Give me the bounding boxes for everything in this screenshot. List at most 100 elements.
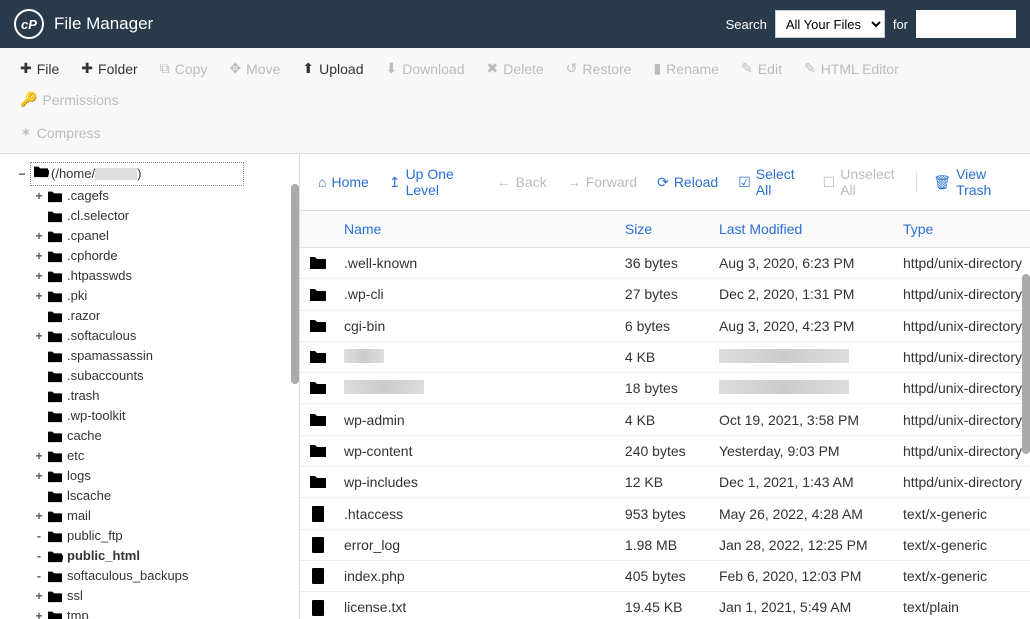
select-all-button[interactable]: ☑Select All: [730, 162, 810, 202]
table-row[interactable]: .htaccess953 bytesMay 26, 2022, 4:28 AMt…: [300, 498, 1030, 529]
tree-toggler[interactable]: +: [33, 466, 45, 486]
tree-item[interactable]: +tmp: [30, 606, 299, 619]
tree-toggler[interactable]: +: [33, 506, 45, 526]
back-button[interactable]: ←Back: [489, 170, 555, 194]
tree-toggler[interactable]: −: [16, 164, 28, 184]
tree-item[interactable]: + logs: [30, 466, 299, 486]
tree-item[interactable]: + .pki: [30, 286, 299, 306]
rename-icon: ▮: [653, 60, 661, 77]
view-trash-button[interactable]: 🗑View Trash: [925, 162, 1020, 202]
upload-button[interactable]: ⬆Upload: [292, 54, 373, 83]
tree-item[interactable]: +.wp-toolkit: [30, 406, 299, 426]
table-row[interactable]: wp-admin4 KBOct 19, 2021, 3:58 PMhttpd/u…: [300, 404, 1030, 435]
tree-toggler[interactable]: +: [33, 606, 45, 619]
col-icon[interactable]: [300, 211, 336, 248]
tree-item[interactable]: -public_ftp: [30, 526, 299, 546]
new-file-button[interactable]: ✚File: [10, 54, 69, 83]
table-row[interactable]: 18 byteshttpd/unix-directory: [300, 373, 1030, 404]
compress-button[interactable]: ✶Compress: [10, 118, 111, 147]
col-size[interactable]: Size: [617, 211, 711, 248]
tree-item[interactable]: -softaculous_backups: [30, 566, 299, 586]
table-row[interactable]: wp-includes12 KBDec 1, 2021, 1:43 AMhttp…: [300, 467, 1030, 498]
file-icon: [308, 599, 328, 617]
tree-toggler[interactable]: +: [33, 326, 45, 346]
tree-toggler[interactable]: +: [33, 226, 45, 246]
tree-item-label: .cl.selector: [65, 206, 131, 226]
tree-toggler[interactable]: +: [33, 586, 45, 606]
tree-item[interactable]: +.htpasswds: [30, 266, 299, 286]
table-row[interactable]: error_log1.98 MBJan 28, 2022, 12:25 PMte…: [300, 529, 1030, 560]
back-icon: ←: [497, 174, 511, 190]
forward-button[interactable]: →Forward: [559, 170, 645, 194]
tree-toggler[interactable]: +: [33, 266, 45, 286]
download-button[interactable]: ⬇Download: [375, 54, 474, 83]
table-row[interactable]: 4 KBhttpd/unix-directory: [300, 341, 1030, 372]
tree-toggler[interactable]: +: [33, 286, 45, 306]
table-row[interactable]: wp-content240 bytesYesterday, 9:03 PMhtt…: [300, 435, 1030, 466]
col-name[interactable]: Name: [336, 211, 617, 248]
tree-item[interactable]: +.cpanel: [30, 226, 299, 246]
tree-item[interactable]: +.cl.selector: [30, 206, 299, 226]
tree-item[interactable]: +.cagefs: [30, 186, 299, 206]
tree-toggler[interactable]: +: [33, 186, 45, 206]
tree-item[interactable]: +.razor: [30, 306, 299, 326]
tree-item-label: .wp-toolkit: [65, 406, 128, 426]
tree-item[interactable]: +mail: [30, 506, 299, 526]
html-editor-button[interactable]: ✎HTML Editor: [794, 54, 909, 83]
home-button[interactable]: ⌂Home: [310, 170, 377, 194]
reload-button[interactable]: ⟳Reload: [649, 170, 726, 195]
col-modified[interactable]: Last Modified: [711, 211, 895, 248]
new-folder-button[interactable]: ✚Folder: [71, 54, 147, 83]
cell-type: httpd/unix-directory: [895, 279, 1030, 310]
tree-item-label: public_html: [65, 546, 142, 566]
tree-toggler[interactable]: -: [33, 546, 45, 566]
cell-modified: Dec 2, 2020, 1:31 PM: [711, 279, 895, 310]
tree-item[interactable]: +.cphorde: [30, 246, 299, 266]
tree-item[interactable]: +etc: [30, 446, 299, 466]
cell-name: wp-includes: [336, 467, 617, 498]
cell-type: httpd/unix-directory: [895, 310, 1030, 341]
up-one-level-button[interactable]: ↥Up One Level: [381, 162, 485, 202]
copy-button[interactable]: ⧉Copy: [150, 54, 218, 83]
tree-item[interactable]: +.trash: [30, 386, 299, 406]
home-icon: ⌂: [318, 174, 326, 190]
folder-icon: [308, 317, 328, 335]
search-scope-select[interactable]: All Your Files: [775, 10, 885, 38]
tree-toggler[interactable]: -: [33, 526, 45, 546]
cell-name: [336, 341, 617, 372]
tree-item[interactable]: +ssl: [30, 586, 299, 606]
col-type[interactable]: Type: [895, 211, 1030, 248]
tree-item[interactable]: +.softaculous: [30, 326, 299, 346]
table-row[interactable]: cgi-bin6 bytesAug 3, 2020, 4:23 PMhttpd/…: [300, 310, 1030, 341]
table-row[interactable]: index.php405 bytesFeb 6, 2020, 12:03 PMt…: [300, 560, 1030, 591]
tree-item[interactable]: -public_html: [30, 546, 299, 566]
tree-item[interactable]: +cache: [30, 426, 299, 446]
tree-item-label: logs: [65, 466, 93, 486]
content-scrollbar[interactable]: [1022, 274, 1030, 454]
tree-scrollbar[interactable]: [291, 184, 299, 384]
tree-item[interactable]: +.subaccounts: [30, 366, 299, 386]
delete-button[interactable]: ✖Delete: [476, 54, 553, 83]
tree-toggler[interactable]: +: [33, 246, 45, 266]
cell-size: 4 KB: [617, 341, 711, 372]
tree-item-label: .trash: [65, 386, 102, 406]
permissions-button[interactable]: 🔑Permissions: [10, 85, 129, 114]
tree-root[interactable]: (/home/): [30, 162, 244, 186]
search-input[interactable]: [916, 10, 1016, 38]
tree-item[interactable]: +.spamassassin: [30, 346, 299, 366]
table-row[interactable]: .wp-cli27 bytesDec 2, 2020, 1:31 PMhttpd…: [300, 279, 1030, 310]
restore-button[interactable]: ↺Restore: [556, 54, 642, 83]
tree-toggler[interactable]: -: [33, 566, 45, 586]
cell-modified: Aug 3, 2020, 4:23 PM: [711, 310, 895, 341]
table-row[interactable]: license.txt19.45 KBJan 1, 2021, 5:49 AMt…: [300, 592, 1030, 619]
table-row[interactable]: .well-known36 bytesAug 3, 2020, 6:23 PMh…: [300, 248, 1030, 279]
reload-icon: ⟳: [657, 174, 669, 191]
move-button[interactable]: ✥Move: [219, 54, 290, 83]
folder-closed-icon: [47, 569, 63, 583]
tree-item[interactable]: +lscache: [30, 486, 299, 506]
edit-button[interactable]: ✎Edit: [731, 54, 792, 83]
tree-toggler[interactable]: +: [33, 446, 45, 466]
unselect-all-button[interactable]: ☐Unselect All: [815, 162, 909, 202]
tree-item-label: .pki: [65, 286, 89, 306]
rename-button[interactable]: ▮Rename: [643, 54, 729, 83]
